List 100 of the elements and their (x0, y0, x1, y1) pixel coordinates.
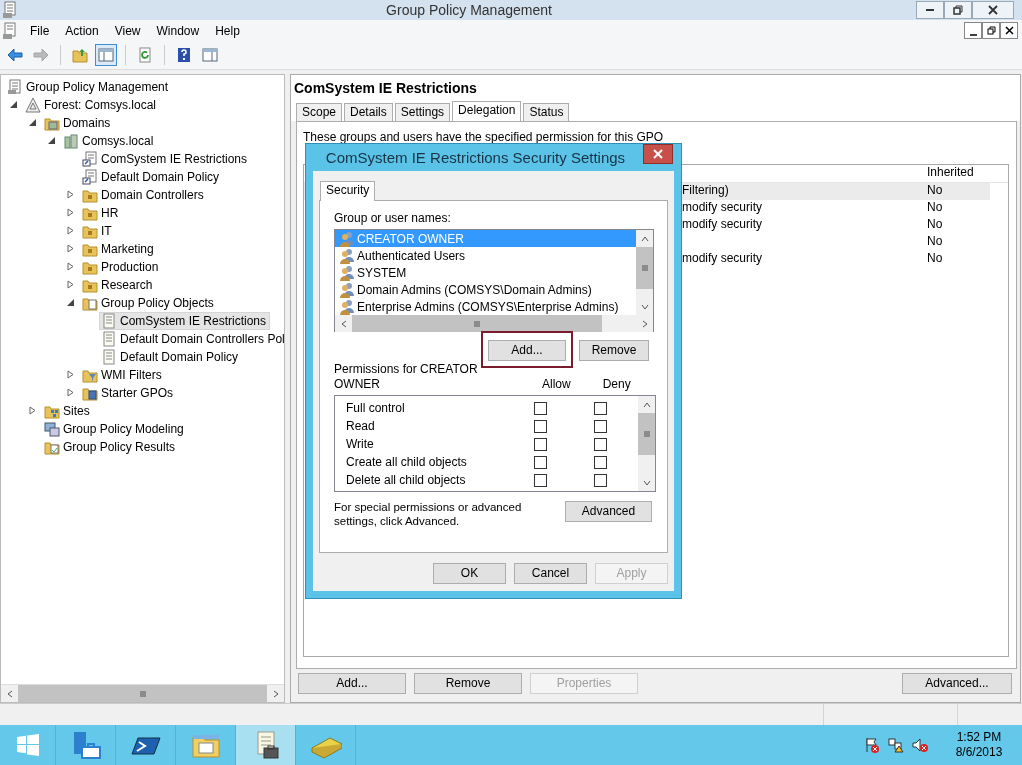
tree-item[interactable]: Default Domain Controllers Pol (99, 329, 284, 348)
tree-item[interactable]: Forest: Comsys.local (23, 95, 161, 114)
tree-item[interactable]: Group Policy Objects (80, 293, 218, 312)
list-item[interactable]: Enterprise Admins (COMSYS\Enterprise Admins) (335, 298, 636, 316)
column-header: Allow (542, 376, 571, 392)
scrollbar[interactable] (1, 684, 284, 702)
expander-icon[interactable] (66, 190, 75, 200)
permission-name: Delete all child objects (345, 472, 467, 488)
tree-item[interactable]: Default Domain Policy (99, 347, 243, 366)
network-icon[interactable] (888, 737, 904, 753)
flag-icon[interactable] (864, 737, 880, 753)
tree-item[interactable]: Group Policy Modeling (42, 419, 188, 438)
restore-button[interactable] (982, 22, 1000, 40)
close-button[interactable] (972, 1, 1014, 19)
tree-item[interactable]: Research (80, 275, 157, 294)
tree-item[interactable]: Production (80, 257, 163, 276)
checkbox[interactable] (594, 455, 607, 469)
tree-item[interactable]: WMI Filters (80, 365, 166, 384)
tree-item[interactable]: Marketing (80, 239, 158, 258)
tree-item[interactable]: IT (80, 221, 116, 240)
expander-icon[interactable] (66, 226, 75, 236)
menu-item[interactable]: Action (57, 21, 107, 41)
tab[interactable]: Delegation (452, 100, 522, 121)
expander-icon[interactable] (66, 388, 75, 398)
expander-icon[interactable] (47, 136, 56, 146)
close-button[interactable] (1000, 22, 1018, 40)
button[interactable]: Add... (298, 672, 406, 694)
tab[interactable]: Details (344, 102, 393, 121)
checkbox[interactable] (594, 437, 607, 451)
taskbar-app[interactable] (236, 725, 296, 765)
button[interactable]: Remove (414, 672, 522, 694)
menu-item[interactable]: File (22, 21, 58, 41)
field-label: Group or user names: (334, 211, 452, 226)
expander-icon[interactable] (66, 280, 75, 290)
expander-icon[interactable] (66, 208, 75, 218)
table-cell-text: Filtering) (682, 182, 729, 199)
checkbox[interactable] (534, 401, 547, 415)
checkbox[interactable] (594, 419, 607, 433)
tree-item[interactable]: Comsys.local (61, 131, 158, 150)
dialog-title: ComSystem IE Restrictions Security Settings (325, 148, 626, 168)
menu-item[interactable]: Window (148, 21, 208, 41)
scrollbar[interactable] (335, 315, 653, 333)
document-icon (101, 330, 117, 347)
tree-item[interactable]: Starter GPOs (80, 383, 178, 402)
window-title: Group Policy Management (385, 1, 553, 19)
minimize-button[interactable] (916, 1, 944, 19)
button[interactable]: Remove (579, 340, 649, 362)
expander-icon[interactable] (66, 370, 75, 380)
table-cell-text: No (926, 199, 943, 216)
expander-icon[interactable] (28, 406, 37, 416)
scrollbar[interactable] (636, 230, 653, 316)
list-item[interactable]: SYSTEM (335, 264, 636, 282)
tab[interactable]: Status (523, 102, 570, 121)
column-header: Inherited (926, 164, 974, 181)
checkbox[interactable] (534, 437, 547, 451)
tree-item[interactable]: HR (80, 203, 123, 222)
building-icon (63, 132, 79, 149)
panes-button[interactable] (95, 44, 117, 67)
tab[interactable]: Scope (296, 102, 343, 121)
expander-icon[interactable] (66, 262, 75, 272)
folder-up-icon (72, 47, 88, 64)
tree-item[interactable]: Domain Controllers (80, 185, 208, 204)
expander-icon[interactable] (66, 244, 75, 254)
tree-item[interactable]: Sites (42, 401, 94, 420)
menu-item[interactable]: View (106, 21, 149, 41)
button[interactable]: Advanced... (902, 672, 1012, 694)
tree-item[interactable]: Group Policy Management (5, 77, 173, 96)
minimize-button[interactable] (964, 22, 982, 40)
clock-time[interactable]: 1:52 PM (944, 730, 1014, 745)
checkbox[interactable] (534, 455, 547, 469)
list-item[interactable]: Authenticated Users (335, 247, 636, 265)
windows-logo-icon (15, 733, 40, 757)
tab[interactable]: Settings (394, 102, 451, 121)
checkbox[interactable] (594, 473, 607, 487)
expander-icon[interactable] (66, 298, 75, 308)
expander-icon[interactable] (9, 100, 18, 110)
tree-item[interactable]: Default Domain Policy (80, 167, 224, 186)
checkbox[interactable] (594, 401, 607, 415)
list-item[interactable]: Domain Admins (COMSYS\Domain Admins) (335, 281, 636, 299)
restore-button[interactable] (944, 1, 972, 19)
tree-item[interactable]: ComSystem IE Restrictions (99, 311, 271, 330)
scroll-icon (7, 78, 23, 95)
clock-date[interactable]: 8/6/2013 (944, 745, 1014, 760)
document-icon (101, 348, 117, 365)
checkbox[interactable] (534, 419, 547, 433)
tree-item[interactable]: Group Policy Results (42, 437, 180, 456)
button[interactable]: Add... (488, 340, 566, 362)
users-icon (339, 281, 355, 298)
speaker-icon[interactable] (912, 737, 928, 753)
advanced-button[interactable]: Advanced (565, 501, 652, 523)
checkbox[interactable] (534, 473, 547, 487)
menu-item[interactable]: Help (207, 21, 248, 41)
expander-icon[interactable] (28, 118, 37, 128)
scrollbar[interactable] (638, 396, 655, 492)
tree-item[interactable]: ComSystem IE Restrictions (80, 149, 252, 168)
tree-item[interactable]: Domains (42, 113, 115, 132)
close-button[interactable] (643, 144, 673, 164)
tab[interactable]: Security (320, 181, 376, 201)
button[interactable]: OK (433, 563, 506, 584)
button[interactable]: Cancel (514, 563, 587, 584)
